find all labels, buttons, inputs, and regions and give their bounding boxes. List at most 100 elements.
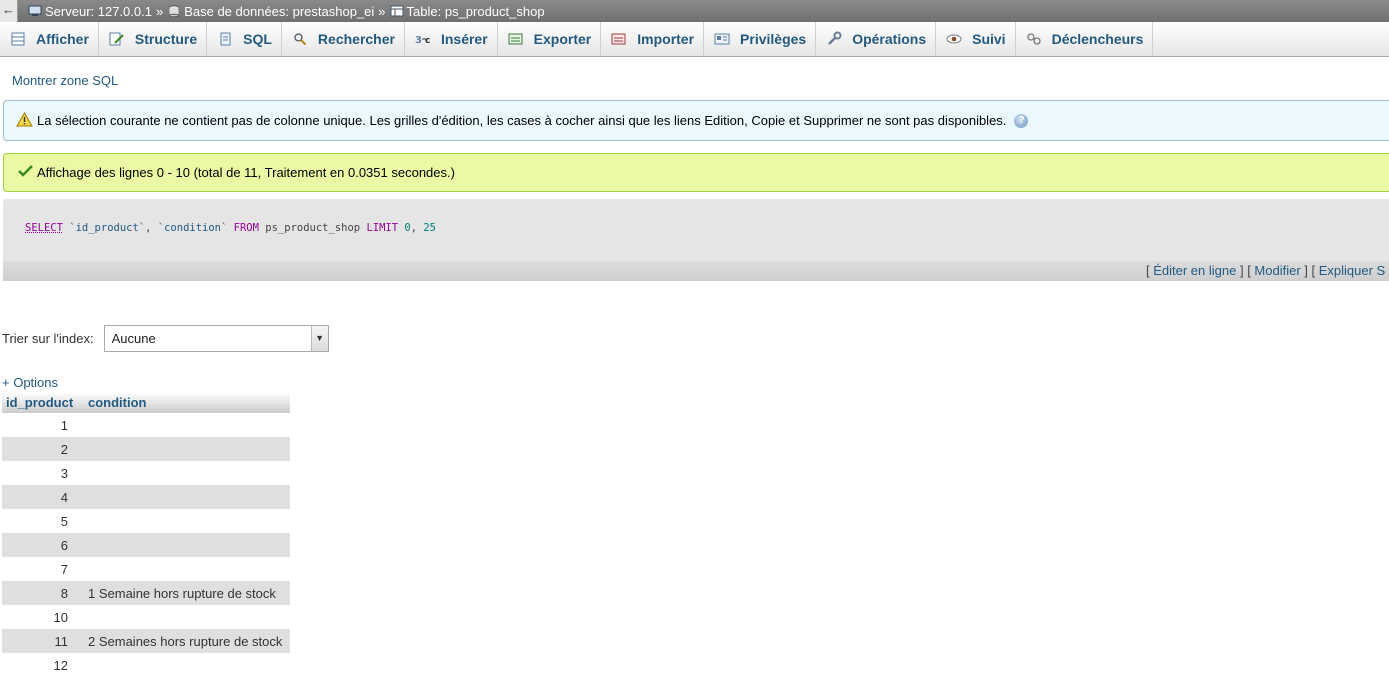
- cell-id-product: 8: [2, 581, 83, 605]
- cell-id-product: 11: [2, 629, 83, 653]
- cell-id-product: 2: [2, 437, 83, 461]
- eye-icon: [946, 31, 962, 47]
- back-arrow-icon[interactable]: ←: [0, 0, 18, 22]
- cell-id-product: 6: [2, 533, 83, 557]
- cell-condition: [83, 605, 290, 629]
- cell-condition: [83, 509, 290, 533]
- search-icon: [292, 31, 308, 47]
- tab-privileges[interactable]: Privilèges: [704, 22, 816, 56]
- table-icon: [390, 5, 404, 17]
- sql-comma: ,: [145, 222, 151, 234]
- table-row: 12: [2, 653, 290, 677]
- table-row: 11 2 Semaines hors rupture de stock: [2, 629, 290, 653]
- sql-keyword-from: FROM: [234, 222, 259, 234]
- tab-triggers-label: Déclencheurs: [1052, 31, 1144, 47]
- sql-comma: ,: [411, 222, 417, 234]
- table-row: 10: [2, 605, 290, 629]
- notice-message: La sélection courante ne contient pas de…: [3, 100, 1389, 141]
- tab-operations[interactable]: Opérations: [816, 22, 936, 56]
- breadcrumb-database-label[interactable]: Base de données: prestashop_ei: [184, 4, 374, 19]
- cell-condition: 1 Semaine hors rupture de stock: [83, 581, 290, 605]
- column-header-condition[interactable]: condition: [83, 392, 290, 413]
- tab-search[interactable]: Rechercher: [282, 22, 405, 56]
- tab-tracking[interactable]: Suivi: [936, 22, 1015, 56]
- cell-condition: [83, 461, 290, 485]
- tab-triggers[interactable]: Déclencheurs: [1016, 22, 1154, 56]
- database-icon: [167, 5, 181, 17]
- cell-id-product: 1: [2, 413, 83, 437]
- tab-browse[interactable]: Afficher: [0, 22, 99, 56]
- success-message: Affichage des lignes 0 - 10 (total de 11…: [3, 153, 1389, 192]
- tab-sql[interactable]: SQL: [207, 22, 282, 56]
- sql-icon: [217, 31, 233, 47]
- sql-column: `condition`: [158, 222, 228, 234]
- breadcrumb-server[interactable]: Serveur: 127.0.0.1: [28, 4, 152, 19]
- table-header-row: id_product condition: [2, 392, 290, 413]
- sql-keyword-select[interactable]: SELECT: [25, 222, 63, 234]
- cell-id-product: 10: [2, 605, 83, 629]
- cell-condition: [83, 413, 290, 437]
- cell-condition: 2 Semaines hors rupture de stock: [83, 629, 290, 653]
- sql-keyword-limit: LIMIT: [366, 222, 398, 234]
- wrench-icon: [826, 31, 842, 47]
- cell-condition: [83, 653, 290, 677]
- tab-export-label: Exporter: [534, 31, 592, 47]
- triggers-icon: [1026, 31, 1042, 47]
- cell-condition: [83, 557, 290, 581]
- show-sql-link[interactable]: Montrer zone SQL: [12, 73, 118, 88]
- breadcrumb-database[interactable]: Base de données: prestashop_ei: [167, 4, 374, 19]
- modify-link[interactable]: Modifier: [1254, 263, 1300, 278]
- browse-icon: [10, 31, 26, 47]
- breadcrumb-separator: »: [378, 4, 385, 19]
- sql-number: 25: [423, 222, 436, 234]
- tab-import[interactable]: Importer: [601, 22, 704, 56]
- tab-search-label: Rechercher: [318, 31, 395, 47]
- table-row: 4: [2, 485, 290, 509]
- insert-icon: 3c: [415, 31, 431, 47]
- cell-condition: [83, 533, 290, 557]
- tab-browse-label: Afficher: [36, 31, 89, 47]
- tab-operations-label: Opérations: [852, 31, 926, 47]
- structure-icon: [109, 31, 125, 47]
- cell-id-product: 3: [2, 461, 83, 485]
- tab-bar: Afficher Structure SQL Rechercher 3c Ins…: [0, 22, 1389, 57]
- notice-text: La sélection courante ne contient pas de…: [37, 113, 1006, 128]
- export-icon: [508, 31, 524, 47]
- tab-structure[interactable]: Structure: [99, 22, 207, 56]
- cell-id-product: 4: [2, 485, 83, 509]
- column-header-id-product[interactable]: id_product: [2, 392, 83, 413]
- tab-tracking-label: Suivi: [972, 31, 1005, 47]
- server-icon: [28, 5, 42, 17]
- sql-query-box: SELECT `id_product`, `condition` FROM ps…: [3, 199, 1389, 261]
- sql-table: ps_product_shop: [265, 222, 360, 234]
- edit-inline-link[interactable]: Éditer en ligne: [1153, 263, 1236, 278]
- tab-insert[interactable]: 3c Insérer: [405, 22, 498, 56]
- sql-column: `id_product`: [69, 222, 145, 234]
- tab-export[interactable]: Exporter: [498, 22, 602, 56]
- breadcrumb-table-label[interactable]: Table: ps_product_shop: [407, 4, 545, 19]
- checkmark-icon: [18, 165, 33, 180]
- svg-text:c: c: [425, 36, 430, 46]
- chevron-down-icon[interactable]: ▼: [311, 326, 328, 351]
- success-text: Affichage des lignes 0 - 10 (total de 11…: [37, 165, 455, 180]
- sort-by-index: Trier sur l'index: Aucune ▼: [2, 325, 329, 352]
- breadcrumb-separator: »: [156, 4, 163, 19]
- tab-structure-label: Structure: [135, 31, 197, 47]
- breadcrumb-table[interactable]: Table: ps_product_shop: [390, 4, 545, 19]
- sort-label: Trier sur l'index:: [2, 331, 94, 346]
- results-table: id_product condition 1 2 3 4 5 6 7 81 Se…: [2, 392, 290, 677]
- tab-privileges-label: Privilèges: [740, 31, 806, 47]
- table-row: 6: [2, 533, 290, 557]
- sql-query: SELECT `id_product`, `condition` FROM ps…: [25, 222, 436, 234]
- tab-insert-label: Insérer: [441, 31, 488, 47]
- options-link[interactable]: + Options: [2, 375, 58, 390]
- breadcrumb: ← Serveur: 127.0.0.1 » Base de données: …: [0, 0, 1389, 22]
- sort-index-select[interactable]: Aucune ▼: [104, 325, 329, 352]
- help-icon[interactable]: ?: [1014, 114, 1028, 128]
- svg-text:3: 3: [415, 35, 422, 46]
- table-row: 81 Semaine hors rupture de stock: [2, 581, 290, 605]
- breadcrumb-server-label[interactable]: Serveur: 127.0.0.1: [45, 4, 152, 19]
- import-icon: [611, 31, 627, 47]
- sort-index-value: Aucune: [112, 331, 156, 346]
- explain-link[interactable]: Expliquer S: [1319, 263, 1385, 278]
